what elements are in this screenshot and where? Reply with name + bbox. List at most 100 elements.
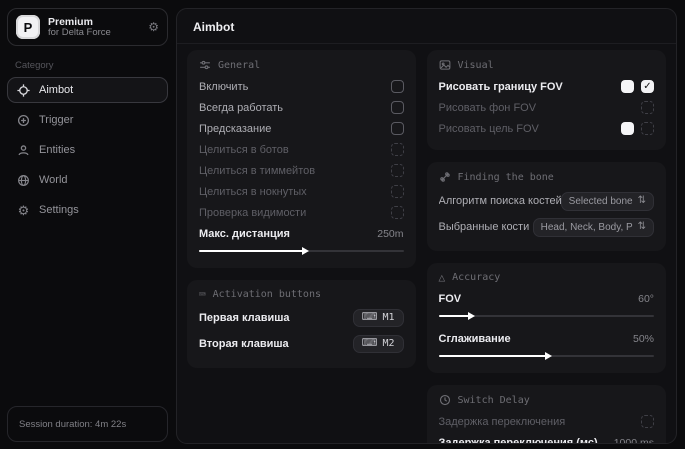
bone-header-label: Finding the bone [458,172,554,183]
checkbox[interactable]: ✓ [641,101,654,114]
slider-label: Макс. дистанция [199,228,290,240]
sidebar-item-label: Aimbot [39,84,73,96]
activation-header: ⌨ Activation buttons [199,289,404,300]
toggle-label: Рисовать границу FOV [439,81,563,93]
activation-card: ⌨ Activation buttons Первая клавиша ⌨ M1… [187,280,416,368]
toggle-row: Предсказание ✓ [199,118,404,139]
sidebar-nav: Aimbot Trigger Entities World ⚙ Settings [7,77,168,223]
general-header-label: General [218,60,260,71]
activation-header-label: Activation buttons [213,289,321,300]
keybind-button-1[interactable]: ⌨ M1 [353,309,404,327]
sliders-icon [199,59,211,71]
checkbox[interactable]: ✓ [391,80,404,93]
sidebar-item-trigger[interactable]: Trigger [7,107,168,133]
controls-group: ✓ [621,122,654,135]
slider-row: Макс. дистанция 250m [199,223,404,244]
toggle-label: Включить [199,81,248,93]
trigger-icon [17,114,30,127]
toggle-row: Проверка видимости ✓ [199,202,404,223]
toggle-label: Предсказание [199,123,271,135]
toggle-label: Проверка видимости [199,207,306,219]
color-swatch[interactable] [621,80,634,93]
max-distance-slider[interactable] [199,245,404,257]
sidebar-item-settings[interactable]: ⚙ Settings [7,197,168,223]
entities-icon [17,144,30,157]
keyboard-icon: ⌨ [362,338,378,349]
slider-label: FOV [439,293,462,305]
accuracy-header-label: Accuracy [452,272,500,283]
clock-icon [439,394,451,406]
gear-icon: ⚙ [17,204,30,217]
toggle-row: Целиться в ботов ✓ [199,139,404,160]
toggle-row: Рисовать цель FOV ✓ [439,118,655,139]
checkbox[interactable]: ✓ [641,415,654,428]
fov-slider[interactable] [439,310,655,322]
toggle-label: Целиться в ботов [199,144,289,156]
brand-title: Premium [48,16,140,28]
slider-label: Сглаживание [439,333,511,345]
sidebar-item-label: Trigger [39,114,73,126]
visual-header: Visual [439,59,655,71]
sidebar-item-label: Entities [39,144,75,156]
checkbox[interactable]: ✓ [641,80,654,93]
sidebar-item-entities[interactable]: Entities [7,137,168,163]
sidebar-item-world[interactable]: World [7,167,168,193]
slider-fill[interactable] [199,250,303,252]
toggle-label: Рисовать фон FOV [439,102,537,114]
slider-fill[interactable] [439,315,469,317]
bone-header: Finding the bone [439,171,655,183]
checkbox[interactable]: ✓ [391,122,404,135]
toggle-row: Целиться в тиммейтов ✓ [199,160,404,181]
session-duration-card: Session duration: 4m 22s [7,406,168,442]
sidebar-item-aimbot[interactable]: Aimbot [7,77,168,103]
image-icon [439,59,451,71]
bone-card: Finding the bone Алгоритм поиска костей … [427,162,667,251]
toggle-row: Рисовать границу FOV ✓ [439,76,655,97]
checkbox[interactable]: ✓ [391,185,404,198]
sidebar-item-label: World [39,174,68,186]
check-icon: ✓ [643,82,651,92]
bone-algorithm-select[interactable]: Selected bone ⇅ [561,192,654,211]
switch-delay-card: Switch Delay Задержка переключения ✓ Зад… [427,385,667,443]
toggle-row: Рисовать фон FOV ✓ [439,97,655,118]
select-row: Выбранные кости Head, Neck, Body, Pe.. ⇅ [439,214,655,240]
checkbox[interactable]: ✓ [391,164,404,177]
brand-gear-icon[interactable]: ⚙ [148,20,159,34]
slider-row: Задержка переключения (мс) 1000 ms [439,432,655,443]
keyboard-icon: ⌨ [362,312,378,323]
toggle-row: Включить ✓ [199,76,404,97]
brand-card: P Premium for Delta Force ⚙ [7,8,168,46]
session-duration-text: Session duration: 4m 22s [19,419,126,430]
slider-value: 50% [633,333,654,345]
keybind-label: Вторая клавиша [199,338,289,350]
select-row: Алгоритм поиска костей Selected bone ⇅ [439,188,655,214]
chevrons-icon: ⇅ [638,222,646,232]
keybind-value: M1 [382,312,394,323]
keybind-value: M2 [382,338,394,349]
content-columns: General Включить ✓ Всегда работать ✓ Пре… [177,44,676,443]
panel-header: Aimbot [177,9,676,44]
checkbox[interactable]: ✓ [391,143,404,156]
selected-bones-select[interactable]: Head, Neck, Body, Pe.. ⇅ [533,218,654,237]
toggle-label: Целиться в нокнутых [199,186,307,198]
slider-label: Задержка переключения (мс) [439,437,598,444]
checkbox[interactable]: ✓ [391,101,404,114]
slider-fill[interactable] [439,355,547,357]
crosshair-icon [17,84,30,97]
visual-header-label: Visual [458,60,494,71]
keyboard-icon: ⌨ [199,289,206,300]
general-card: General Включить ✓ Всегда работать ✓ Пре… [187,50,416,268]
checkbox[interactable]: ✓ [391,206,404,219]
toggle-row: Задержка переключения ✓ [439,411,655,432]
chevrons-icon: ⇅ [638,196,646,206]
accuracy-header: △ Accuracy [439,272,655,283]
accuracy-card: △ Accuracy FOV 60° Сглаживание 50% [427,263,667,373]
color-swatch[interactable] [621,122,634,135]
bone-icon [439,171,451,183]
checkbox[interactable]: ✓ [641,122,654,135]
switch-delay-header-label: Switch Delay [458,395,530,406]
keybind-button-2[interactable]: ⌨ M2 [353,335,404,353]
page-title: Aimbot [193,20,660,34]
toggle-label: Рисовать цель FOV [439,123,539,135]
smoothing-slider[interactable] [439,350,655,362]
